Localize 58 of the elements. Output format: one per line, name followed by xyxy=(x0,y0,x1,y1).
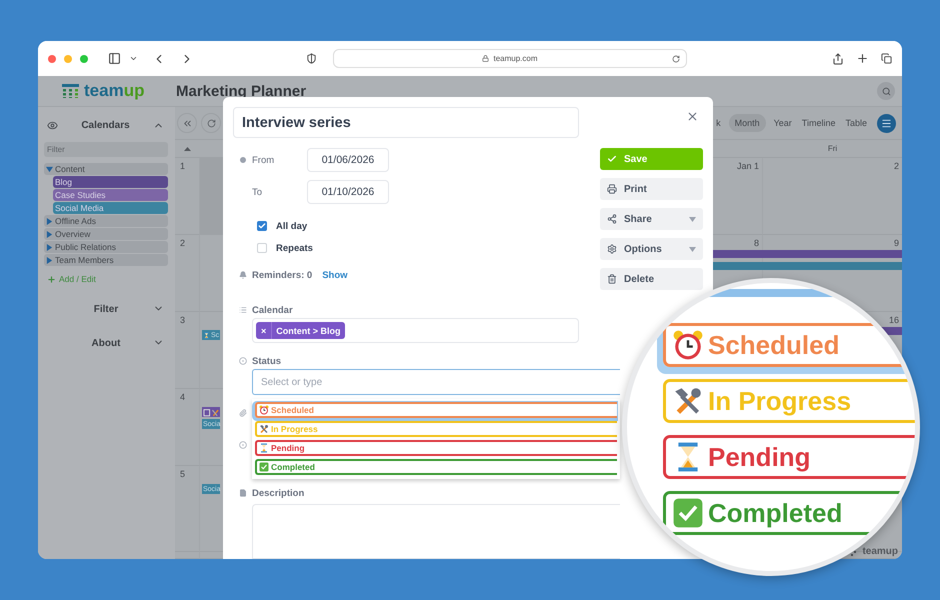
calendar-item[interactable]: Social Media xyxy=(53,202,168,214)
reminders-label: Reminders: 0 xyxy=(252,270,312,280)
add-edit-link[interactable]: Add / Edit xyxy=(59,274,96,284)
description-label: Description xyxy=(252,488,304,498)
filter-field[interactable]: Filter xyxy=(44,142,168,157)
status-option[interactable]: Scheduled xyxy=(255,402,617,418)
checkbox-label: All day xyxy=(276,220,308,232)
view-tab[interactable]: Month xyxy=(728,114,766,132)
calendar-item[interactable]: Blog xyxy=(53,176,168,188)
calendar-item[interactable]: Team Members xyxy=(44,254,168,266)
status-option[interactable]: Pending xyxy=(255,440,617,456)
end-date-field[interactable]: 01/10/2026 xyxy=(307,180,389,204)
view-tab[interactable]: k xyxy=(714,114,723,132)
start-date-field[interactable]: 01/06/2026 xyxy=(307,148,389,172)
show-link[interactable]: Show xyxy=(322,270,348,280)
action-button[interactable]: Share xyxy=(600,208,703,230)
section-heading[interactable]: About xyxy=(92,338,120,348)
action-button[interactable]: Save xyxy=(600,148,703,170)
week-number: 5 xyxy=(179,469,186,479)
week-number: 2 xyxy=(179,238,186,248)
week-number: 4 xyxy=(179,392,186,402)
view-tab[interactable]: Year xyxy=(772,114,794,132)
calendar-chip[interactable]: × Content > Blog xyxy=(256,322,345,339)
day-number: 2 xyxy=(894,161,899,171)
view-tab[interactable]: Timeline xyxy=(800,114,838,132)
calendar-item[interactable]: Case Studies xyxy=(53,189,168,201)
url-text: teamup.com xyxy=(493,54,538,63)
status-option[interactable]: Completed xyxy=(255,459,617,475)
calendar-item[interactable]: Overview xyxy=(44,228,168,240)
day-number: Jan 1 xyxy=(736,161,759,171)
section-heading[interactable]: Filter xyxy=(94,304,118,314)
day-number: 16 xyxy=(888,315,899,325)
calendar-item[interactable]: Public Relations xyxy=(44,241,168,253)
calendar-item[interactable]: Offline Ads xyxy=(44,215,168,227)
address-bar[interactable]: teamup.com xyxy=(333,49,687,68)
calendar-label: Calendar xyxy=(252,304,293,316)
status-option: Pending xyxy=(663,435,915,479)
calendar-item[interactable]: Content xyxy=(44,163,168,175)
week-number: 3 xyxy=(179,315,186,325)
day-number: 9 xyxy=(894,238,899,248)
from-label: From xyxy=(252,154,276,166)
calendar-field[interactable]: × Content > Blog xyxy=(252,318,579,343)
action-button[interactable]: Delete xyxy=(600,268,703,290)
weekday-label: Fri xyxy=(828,144,838,153)
week-number: 1 xyxy=(179,161,186,171)
calendars-heading: Calendars xyxy=(81,120,130,130)
action-button[interactable]: Options xyxy=(600,238,703,260)
view-tab[interactable]: Table xyxy=(843,114,869,132)
logo-text: teamup xyxy=(84,81,144,101)
checkbox-label: Repeats xyxy=(276,242,313,254)
to-label: To xyxy=(252,186,264,198)
calendar-title: Marketing Planner xyxy=(176,82,306,100)
action-button[interactable]: Print xyxy=(600,178,703,200)
event-title-field[interactable]: Interview series xyxy=(233,107,579,138)
status-label: Status xyxy=(252,356,282,366)
status-option: In Progress xyxy=(663,379,915,423)
status-field[interactable]: Select or type xyxy=(252,369,620,395)
day-number: 8 xyxy=(754,238,759,248)
